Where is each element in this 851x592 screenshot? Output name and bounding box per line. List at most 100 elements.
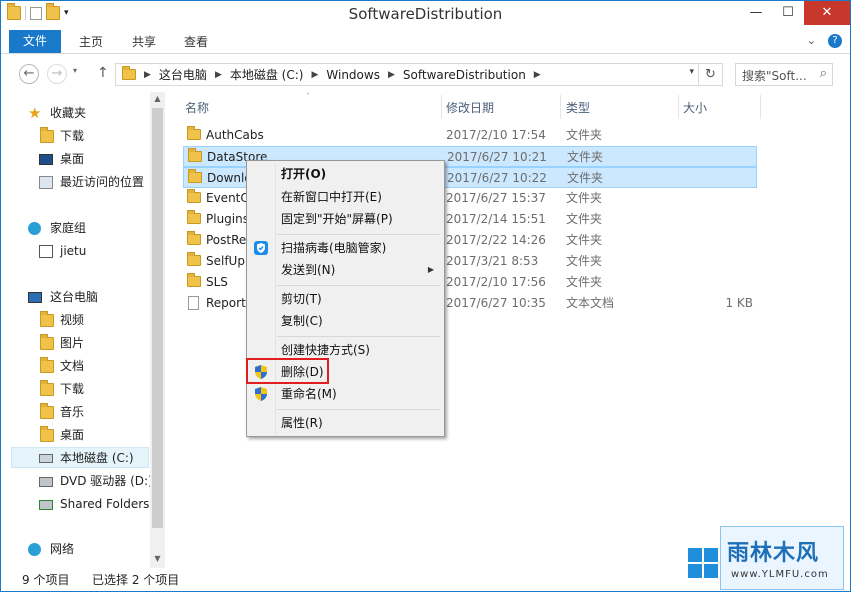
- menu-item-cut[interactable]: 剪切(T): [249, 288, 442, 310]
- close-button[interactable]: ✕: [804, 1, 850, 25]
- nav-downloads-fav[interactable]: 下载: [1, 126, 150, 147]
- recent-places-icon: [39, 176, 53, 189]
- breadcrumb-this-pc[interactable]: 这台电脑: [159, 66, 207, 83]
- menu-separator: [277, 285, 440, 286]
- file-name: Downlo: [207, 171, 252, 185]
- nav-desktop[interactable]: 桌面: [1, 425, 150, 446]
- tab-view[interactable]: 查看: [170, 31, 222, 53]
- nav-user-jietu[interactable]: jietu: [1, 241, 150, 262]
- nav-local-disk-c[interactable]: 本地磁盘 (C:): [11, 447, 149, 468]
- column-type[interactable]: 类型: [566, 99, 590, 119]
- maximize-button[interactable]: ☐: [772, 1, 804, 25]
- column-name[interactable]: 名称: [185, 99, 209, 119]
- nav-this-pc[interactable]: 这台电脑: [1, 287, 150, 308]
- user-icon: [39, 245, 53, 258]
- breadcrumb-arrow[interactable]: ▶: [534, 70, 541, 80]
- nav-shared-folders[interactable]: Shared Folders: [1, 494, 150, 515]
- window-controls: — ☐ ✕: [740, 1, 850, 25]
- back-button[interactable]: ←: [19, 64, 39, 84]
- column-divider[interactable]: [441, 95, 442, 119]
- nav-favorites[interactable]: ★ 收藏夹: [1, 103, 150, 124]
- breadcrumb-arrow[interactable]: ▶: [144, 70, 151, 80]
- file-row[interactable]: AuthCabs 2017/2/10 17:54 文件夹: [183, 125, 757, 146]
- tab-file[interactable]: 文件: [9, 30, 62, 53]
- downloads-folder-icon: [40, 380, 54, 396]
- file-date: 2017/2/14 15:51: [446, 212, 546, 226]
- minimize-button[interactable]: —: [740, 1, 772, 25]
- watermark-badge: 雨林木风 www.YLMFU.com: [720, 526, 844, 590]
- file-date: 2017/6/27 10:35: [446, 296, 546, 310]
- watermark: 雨林木风 www.YLMFU.com: [686, 524, 851, 592]
- column-date-modified[interactable]: 修改日期: [446, 99, 494, 119]
- breadcrumb-arrow[interactable]: ▶: [215, 70, 222, 80]
- column-divider[interactable]: [560, 95, 561, 119]
- menu-item-copy[interactable]: 复制(C): [249, 310, 442, 332]
- nav-documents[interactable]: 文档: [1, 356, 150, 377]
- nav-desktop-fav[interactable]: 桌面: [1, 149, 150, 170]
- nav-pane-scrollbar[interactable]: ▲ ▼: [150, 92, 165, 568]
- column-size[interactable]: 大小: [683, 99, 707, 119]
- column-divider[interactable]: [678, 95, 679, 119]
- search-icon[interactable]: ⌕: [820, 66, 827, 81]
- recent-locations-dropdown[interactable]: ▾: [73, 66, 77, 75]
- file-name: Plugins: [206, 212, 249, 226]
- file-name: SLS: [206, 275, 228, 289]
- breadcrumb-local-disk[interactable]: 本地磁盘 (C:): [230, 66, 304, 83]
- desktop-folder-icon: [40, 426, 54, 442]
- up-button[interactable]: ↑: [97, 65, 109, 81]
- nav-dvd-drive[interactable]: DVD 驱动器 (D:): [1, 471, 153, 492]
- address-history-dropdown[interactable]: ▾: [689, 67, 694, 77]
- scroll-down-arrow[interactable]: ▼: [152, 554, 163, 563]
- nav-label: 音乐: [60, 405, 85, 419]
- nav-label: 这台电脑: [50, 290, 99, 304]
- file-name: PostRe: [206, 233, 247, 247]
- watermark-url: www.YLMFU.com: [731, 569, 829, 580]
- nav-videos[interactable]: 视频: [1, 310, 150, 331]
- nav-recent-places[interactable]: 最近访问的位置: [1, 172, 150, 193]
- nav-network[interactable]: 网络: [1, 539, 150, 560]
- folder-icon: [188, 148, 202, 162]
- watermark-brand: 雨林木风: [727, 541, 820, 566]
- delete-highlight-box: [246, 358, 329, 384]
- folder-icon: [187, 231, 201, 245]
- menu-separator: [277, 234, 440, 235]
- refresh-button[interactable]: ↻: [698, 64, 722, 85]
- breadcrumb-windows[interactable]: Windows: [326, 68, 380, 82]
- tab-share[interactable]: 共享: [118, 31, 170, 53]
- menu-item-send-to[interactable]: 发送到(N) ▶: [249, 259, 442, 281]
- column-divider[interactable]: [760, 95, 761, 119]
- menu-label: 发送到(N): [281, 263, 336, 277]
- breadcrumb-softwaredistribution[interactable]: SoftwareDistribution: [403, 68, 526, 82]
- nav-downloads[interactable]: 下载: [1, 379, 150, 400]
- nav-label: DVD 驱动器 (D:): [60, 474, 153, 488]
- documents-folder-icon: [40, 357, 54, 373]
- menu-item-open[interactable]: 打开(O): [249, 163, 442, 185]
- file-name: EventC: [206, 191, 249, 205]
- menu-item-scan-virus[interactable]: 扫描病毒(电脑管家): [249, 237, 442, 259]
- help-icon[interactable]: ?: [828, 34, 842, 48]
- breadcrumb-arrow[interactable]: ▶: [311, 70, 318, 80]
- menu-item-properties[interactable]: 属性(R): [249, 412, 442, 434]
- scrollbar-thumb[interactable]: [152, 108, 163, 528]
- menu-label: 重命名(M): [281, 387, 337, 401]
- file-type: 文件夹: [566, 128, 603, 142]
- tab-home[interactable]: 主页: [65, 31, 117, 53]
- nav-homegroup[interactable]: 家庭组: [1, 218, 150, 239]
- uac-shield-icon: [253, 386, 269, 402]
- menu-item-rename[interactable]: 重命名(M): [249, 383, 442, 405]
- folder-icon: [187, 252, 201, 266]
- address-bar[interactable]: ▶ 这台电脑 ▶ 本地磁盘 (C:) ▶ Windows ▶ SoftwareD…: [115, 63, 723, 86]
- menu-label: 剪切(T): [281, 292, 322, 306]
- expand-ribbon-icon[interactable]: ⌄: [807, 34, 816, 48]
- menu-item-pin-to-start[interactable]: 固定到"开始"屏幕(P): [249, 208, 442, 230]
- scroll-up-arrow[interactable]: ▲: [152, 94, 163, 103]
- nav-pictures[interactable]: 图片: [1, 333, 150, 354]
- nav-music[interactable]: 音乐: [1, 402, 150, 423]
- forward-button[interactable]: →: [47, 64, 67, 84]
- nav-label: 网络: [50, 542, 75, 556]
- search-input[interactable]: 搜索"Soft... ⌕: [735, 63, 833, 86]
- file-date: 2017/2/10 17:56: [446, 275, 546, 289]
- menu-item-open-new-window[interactable]: 在新窗口中打开(E): [249, 186, 442, 208]
- breadcrumb-arrow[interactable]: ▶: [388, 70, 395, 80]
- nav-label: 下载: [60, 382, 85, 396]
